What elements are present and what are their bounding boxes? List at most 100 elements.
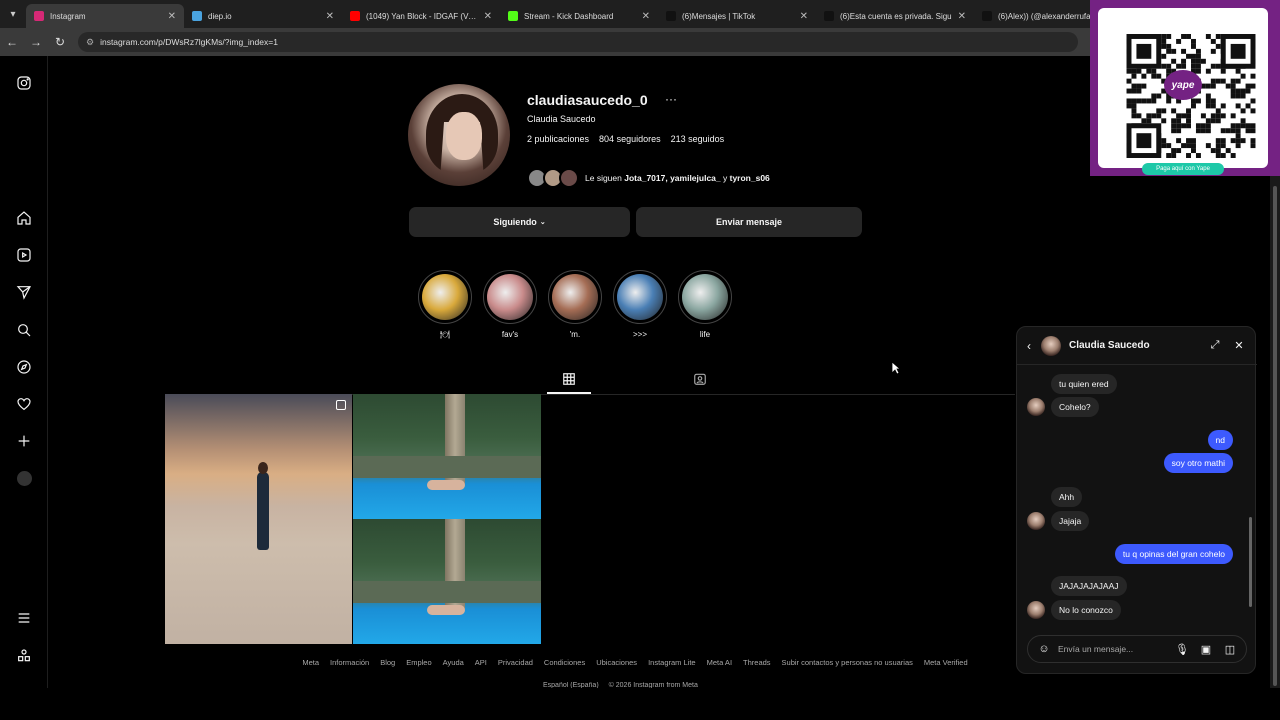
microphone-icon[interactable]: 🎙 [1174, 643, 1190, 656]
message-avatar[interactable] [1027, 601, 1045, 619]
outgoing-message[interactable]: tu q opinas del gran cohelo [1114, 544, 1233, 564]
emoji-icon[interactable]: ☺ [1036, 643, 1052, 655]
expand-icon[interactable]: ⤢ [1207, 339, 1223, 352]
footer-link[interactable]: Meta Verified [924, 658, 968, 667]
tab-close-icon[interactable]: ✕ [958, 11, 966, 22]
incoming-message[interactable]: JAJAJAJAJAAJ [1051, 576, 1127, 596]
post-pool-2[interactable] [353, 519, 541, 644]
highlight-item[interactable]: >>> [613, 270, 667, 339]
image-icon[interactable]: ▣ [1198, 643, 1214, 656]
sticker-icon[interactable]: ◫ [1222, 643, 1238, 656]
tab-title: (6)Esta cuenta es privada. Sigu [840, 11, 952, 21]
profile-avatar-icon[interactable] [14, 468, 34, 488]
footer-link[interactable]: Subir contactos y personas no usuarias [782, 658, 913, 667]
footer-link[interactable]: Blog [380, 658, 395, 667]
notifications-heart-icon[interactable] [14, 394, 34, 414]
highlight-thumbnail [682, 274, 728, 320]
instagram-logo-icon[interactable] [14, 73, 34, 93]
footer-link[interactable]: Empleo [406, 658, 431, 667]
tab-favicon-icon [350, 11, 360, 21]
profile-avatar[interactable] [408, 84, 510, 186]
highlight-item[interactable]: fav's [483, 270, 537, 339]
chevron-down-icon: ⌄ [539, 219, 546, 226]
yape-pay-button[interactable]: Paga aquí con Yape [1142, 163, 1224, 175]
footer-link[interactable]: Ubicaciones [596, 658, 637, 667]
followers-count[interactable]: 804 seguidores [599, 134, 661, 144]
footer-link[interactable]: Privacidad [498, 658, 533, 667]
explore-icon[interactable] [14, 357, 34, 377]
tab-title: Instagram [50, 11, 86, 21]
highlight-ring [678, 270, 732, 324]
highlight-label: 'm. [569, 330, 581, 339]
close-icon[interactable]: ✕ [1231, 339, 1247, 352]
menu-hamburger-icon[interactable] [14, 608, 34, 628]
highlight-label: fav's [501, 330, 519, 339]
outgoing-message[interactable]: soy otro mathi [1163, 453, 1233, 473]
meta-apps-icon[interactable] [14, 646, 34, 666]
more-options-icon[interactable]: ··· [665, 92, 677, 106]
tab-list: Instagram ✕ diep.io ✕ (1049) Yan Block - IDG… [26, 0, 1132, 28]
search-icon[interactable] [14, 320, 34, 340]
incoming-message[interactable]: Jajaja [1051, 511, 1090, 531]
chat-scrollbar[interactable] [1247, 367, 1253, 623]
tab-close-icon[interactable]: ✕ [800, 11, 808, 22]
direct-messages-icon[interactable] [14, 282, 34, 302]
incoming-message[interactable]: No lo conozco [1051, 600, 1121, 620]
message-avatar[interactable] [1027, 398, 1045, 416]
browser-tab[interactable]: diep.io ✕ [184, 4, 342, 28]
incoming-message[interactable]: Ahh [1051, 487, 1083, 507]
highlight-thumbnail [487, 274, 533, 320]
forward-icon[interactable]: → [24, 30, 48, 54]
tab-favicon-icon [824, 11, 834, 21]
browser-tab[interactable]: (1049) Yan Block - IDGAF (Vide ✕ [342, 4, 500, 28]
message-input[interactable]: ☺ Envía un mensaje... 🎙 ▣ ◫ [1027, 635, 1247, 663]
following-button[interactable]: Siguiendo ⌄ [409, 207, 630, 237]
footer-link[interactable]: Threads [743, 658, 771, 667]
tab-posts[interactable] [547, 368, 591, 394]
footer-link[interactable]: API [475, 658, 487, 667]
footer-link[interactable]: Ayuda [443, 658, 464, 667]
incoming-message[interactable]: tu quien ered [1051, 374, 1117, 394]
post-desert[interactable] [165, 394, 352, 644]
browser-tab[interactable]: (6)Mensajes | TikTok ✕ [658, 4, 816, 28]
footer-link[interactable]: Información [330, 658, 369, 667]
followed-by[interactable]: Le siguen Jota_7017, yamilejulca_ y tyro… [527, 168, 770, 188]
message-avatar[interactable] [1027, 512, 1045, 530]
tab-close-icon[interactable]: ✕ [326, 11, 334, 22]
address-bar[interactable]: ⚙ instagram.com/p/DWsRz7lgKMs/?img_index… [78, 32, 1078, 52]
tab-title: diep.io [208, 11, 232, 21]
footer-links: Meta Información Blog Empleo Ayuda API Privaci… [165, 658, 1105, 667]
footer-link[interactable]: Condiciones [544, 658, 585, 667]
tab-close-icon[interactable]: ✕ [168, 11, 176, 22]
tab-tagged[interactable] [686, 368, 714, 390]
following-count[interactable]: 213 seguidos [671, 134, 725, 144]
browser-tab[interactable]: (6)Esta cuenta es privada. Sigu ✕ [816, 4, 974, 28]
back-chevron-icon[interactable]: ‹ [1027, 339, 1041, 353]
browser-tab[interactable]: Stream - Kick Dashboard ✕ [500, 4, 658, 28]
chat-contact-name[interactable]: Claudia Saucedo [1069, 340, 1199, 351]
footer-link[interactable]: Instagram Lite [648, 658, 696, 667]
create-plus-icon[interactable] [14, 431, 34, 451]
tab-search-icon[interactable]: ▾ [0, 0, 26, 28]
profile-stats: 2 publicaciones 804 seguidores 213 segui… [527, 134, 724, 144]
outgoing-message[interactable]: nd [1207, 430, 1233, 450]
tab-close-icon[interactable]: ✕ [642, 11, 650, 22]
home-icon[interactable] [14, 208, 34, 228]
highlight-item[interactable]: 🍽 [418, 270, 472, 339]
grid-icon [563, 373, 575, 385]
chat-avatar[interactable] [1041, 335, 1061, 356]
tab-close-icon[interactable]: ✕ [484, 11, 492, 22]
highlight-item[interactable]: 'm. [548, 270, 602, 339]
reload-icon[interactable]: ↻ [48, 30, 72, 54]
tab-favicon-icon [982, 11, 992, 21]
site-info-icon[interactable]: ⚙ [86, 37, 94, 48]
reels-icon[interactable] [14, 245, 34, 265]
footer-link[interactable]: Meta AI [707, 658, 732, 667]
highlight-item[interactable]: life [678, 270, 732, 339]
send-message-button[interactable]: Enviar mensaje [636, 207, 862, 237]
footer-link[interactable]: Meta [302, 658, 319, 667]
back-icon[interactable]: ← [0, 30, 24, 54]
browser-tab[interactable]: Instagram ✕ [26, 4, 184, 28]
post-pool-1[interactable] [353, 394, 541, 519]
incoming-message[interactable]: Cohelo? [1051, 397, 1099, 417]
